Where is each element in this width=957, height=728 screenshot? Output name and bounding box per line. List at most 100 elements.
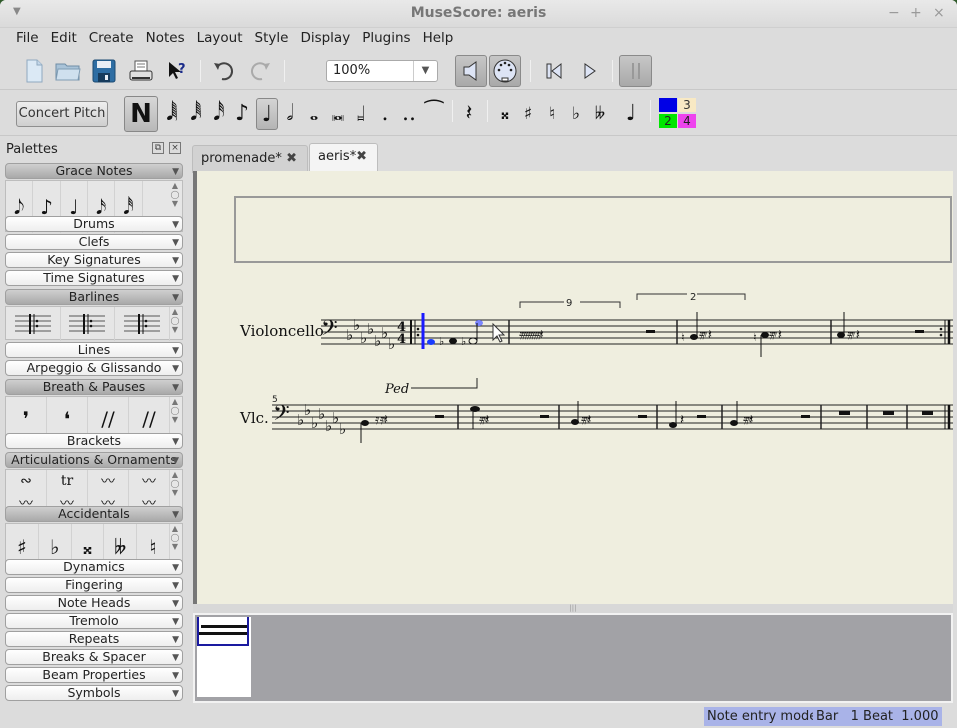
save-icon[interactable] (89, 56, 119, 86)
rest-button[interactable]: 𝄽 (458, 98, 480, 130)
concert-pitch-button[interactable]: Concert Pitch (16, 101, 108, 127)
menu-style[interactable]: Style (249, 28, 295, 50)
double-dot-button[interactable]: .. (398, 98, 420, 130)
close-button[interactable]: × (933, 5, 945, 21)
menu-file[interactable]: File (10, 28, 45, 50)
midi-input-icon[interactable] (489, 55, 521, 87)
tab-aeris[interactable]: aeris* ✖ (309, 143, 378, 171)
svg-text:4: 4 (397, 332, 406, 347)
menu-edit[interactable]: Edit (45, 28, 83, 50)
palette-cell[interactable] (6, 307, 61, 341)
rewind-icon[interactable] (539, 56, 569, 86)
palette-header-lines[interactable]: Lines ▼ (5, 342, 183, 358)
double-sharp-button[interactable]: 𝄪 (494, 98, 516, 130)
flip-direction-button[interactable]: ♩ (620, 98, 642, 130)
palette-header-tremolo[interactable]: Tremolo ▼ (5, 613, 183, 629)
new-file-icon[interactable] (19, 56, 49, 86)
64th-note-button[interactable]: 𝅘𝅥𝅲 (161, 98, 183, 130)
maximize-button[interactable]: + (910, 5, 922, 21)
palette-header-accidentals[interactable]: Accidentals ▼ (5, 506, 183, 522)
chevron-down-icon: ▼ (172, 346, 179, 356)
palette-header-label: Fingering (65, 577, 123, 592)
32nd-note-button[interactable]: 𝅘𝅥𝅱 (185, 98, 207, 130)
palette-header-symbols[interactable]: Symbols ▼ (5, 685, 183, 701)
palette-header-dynamics[interactable]: Dynamics ▼ (5, 559, 183, 575)
menu-display[interactable]: Display (294, 28, 356, 50)
palette-cell[interactable] (115, 307, 170, 341)
play-icon[interactable] (575, 56, 605, 86)
minimize-button[interactable]: − (888, 5, 900, 21)
palette-cell[interactable]: 〰 (88, 470, 129, 492)
note-entry-button[interactable]: N (124, 96, 158, 132)
palette-header-fingering[interactable]: Fingering ▼ (5, 577, 183, 593)
voice-3-button[interactable]: 3 (678, 98, 696, 112)
palette-header-repeats[interactable]: Repeats ▼ (5, 631, 183, 647)
palette-header-grace-notes[interactable]: Grace Notes ▼ (5, 163, 183, 179)
menu-notes[interactable]: Notes (140, 28, 191, 50)
whole-note-button[interactable]: 𝅝 (303, 98, 325, 130)
palette-cell[interactable]: tr (47, 470, 88, 492)
palette-cell[interactable]: 〰 (129, 470, 170, 492)
speaker-icon[interactable] (455, 55, 487, 87)
palette-header-articulations-ornaments[interactable]: Articulations & Ornaments ▼ (5, 452, 183, 468)
sharp-button[interactable]: ♯ (517, 98, 539, 130)
palette-header-label: Arpeggio & Glissando (26, 360, 162, 375)
half-note-button[interactable]: 𝅗𝅥 (279, 98, 301, 130)
close-tab-icon[interactable]: ✖ (356, 144, 367, 170)
whats-this-icon[interactable]: ? (162, 56, 192, 86)
note-blue (427, 339, 435, 345)
quarter-note-button[interactable]: ♩ (256, 98, 278, 130)
panel-splitter[interactable]: ||| (193, 604, 953, 613)
close-panel-icon[interactable]: × (169, 142, 181, 154)
palette-header-key-signatures[interactable]: Key Signatures ▼ (5, 252, 183, 268)
menu-create[interactable]: Create (83, 28, 140, 50)
palette-header-arpeggio-glissando[interactable]: Arpeggio & Glissando ▼ (5, 360, 183, 376)
toolbar-separator (487, 100, 488, 122)
palette-header-barlines[interactable]: Barlines ▼ (5, 289, 183, 305)
longa-button[interactable]: 𝆷 (350, 98, 372, 130)
chevron-down-icon[interactable]: ▼ (413, 61, 437, 81)
breve-button[interactable]: 𝅜 (327, 98, 349, 130)
redo-icon[interactable] (245, 56, 275, 86)
palette-header-drums[interactable]: Drums ▼ (5, 216, 183, 232)
tuplet-number: 9 (566, 298, 572, 309)
print-icon[interactable] (126, 56, 156, 86)
palette-header-breaks-spacer[interactable]: Breaks & Spacer ▼ (5, 649, 183, 665)
palette-header-beam-properties[interactable]: Beam Properties ▼ (5, 667, 183, 683)
close-tab-icon[interactable]: ✖ (286, 146, 297, 172)
chevron-down-icon: ▼ (172, 653, 179, 663)
float-panel-icon[interactable]: ⧉ (152, 142, 164, 154)
palette-header-note-heads[interactable]: Note Heads ▼ (5, 595, 183, 611)
palette-header-breath-pauses[interactable]: Breath & Pauses ▼ (5, 379, 183, 395)
voice-1-button[interactable]: 1 (659, 98, 677, 112)
zoom-select[interactable]: 100% ▼ (326, 60, 438, 82)
palette-scrollbar[interactable]: ▲ ◯ ▼ (168, 307, 182, 339)
menu-plugins[interactable]: Plugins (356, 28, 416, 50)
dot-button[interactable]: . (374, 98, 396, 130)
natural-button[interactable]: ♮ (541, 98, 563, 130)
chevron-down-icon: ▼ (172, 274, 179, 284)
menu-help[interactable]: Help (417, 28, 460, 50)
tab-label: aeris* (318, 149, 357, 164)
palette-cell[interactable]: ∾ (6, 470, 47, 492)
score-navigator[interactable] (193, 613, 953, 703)
open-folder-icon[interactable] (53, 56, 83, 86)
tab-promenade[interactable]: promenade* ✖ (192, 145, 308, 173)
eighth-note-button[interactable]: ♪ (231, 98, 253, 130)
half-rest (915, 330, 924, 333)
chevron-down-icon: ▼ (172, 617, 179, 627)
flat-button[interactable]: ♭ (565, 98, 587, 130)
menu-layout[interactable]: Layout (191, 28, 249, 50)
score-canvas[interactable]: Violoncello 𝄢 ♭ ♭ ♭ ♭ ♭ ♭ ♭ 44 ♭ ♭ 9 𝄿𝄿𝄿… (193, 171, 953, 604)
palette-header-time-signatures[interactable]: Time Signatures ▼ (5, 270, 183, 286)
tie-button[interactable]: ⁀ (423, 98, 445, 130)
repeat-pause-icon[interactable] (619, 55, 652, 87)
voice-2-button[interactable]: 2 (659, 114, 677, 128)
palette-header-brackets[interactable]: Brackets ▼ (5, 433, 183, 449)
16th-note-button[interactable]: 𝅘𝅥𝅰 (208, 98, 230, 130)
undo-icon[interactable] (209, 56, 239, 86)
double-flat-button[interactable]: 𝄫 (589, 98, 611, 130)
palette-header-clefs[interactable]: Clefs ▼ (5, 234, 183, 250)
palette-cell[interactable] (61, 307, 116, 341)
voice-4-button[interactable]: 4 (678, 114, 696, 128)
